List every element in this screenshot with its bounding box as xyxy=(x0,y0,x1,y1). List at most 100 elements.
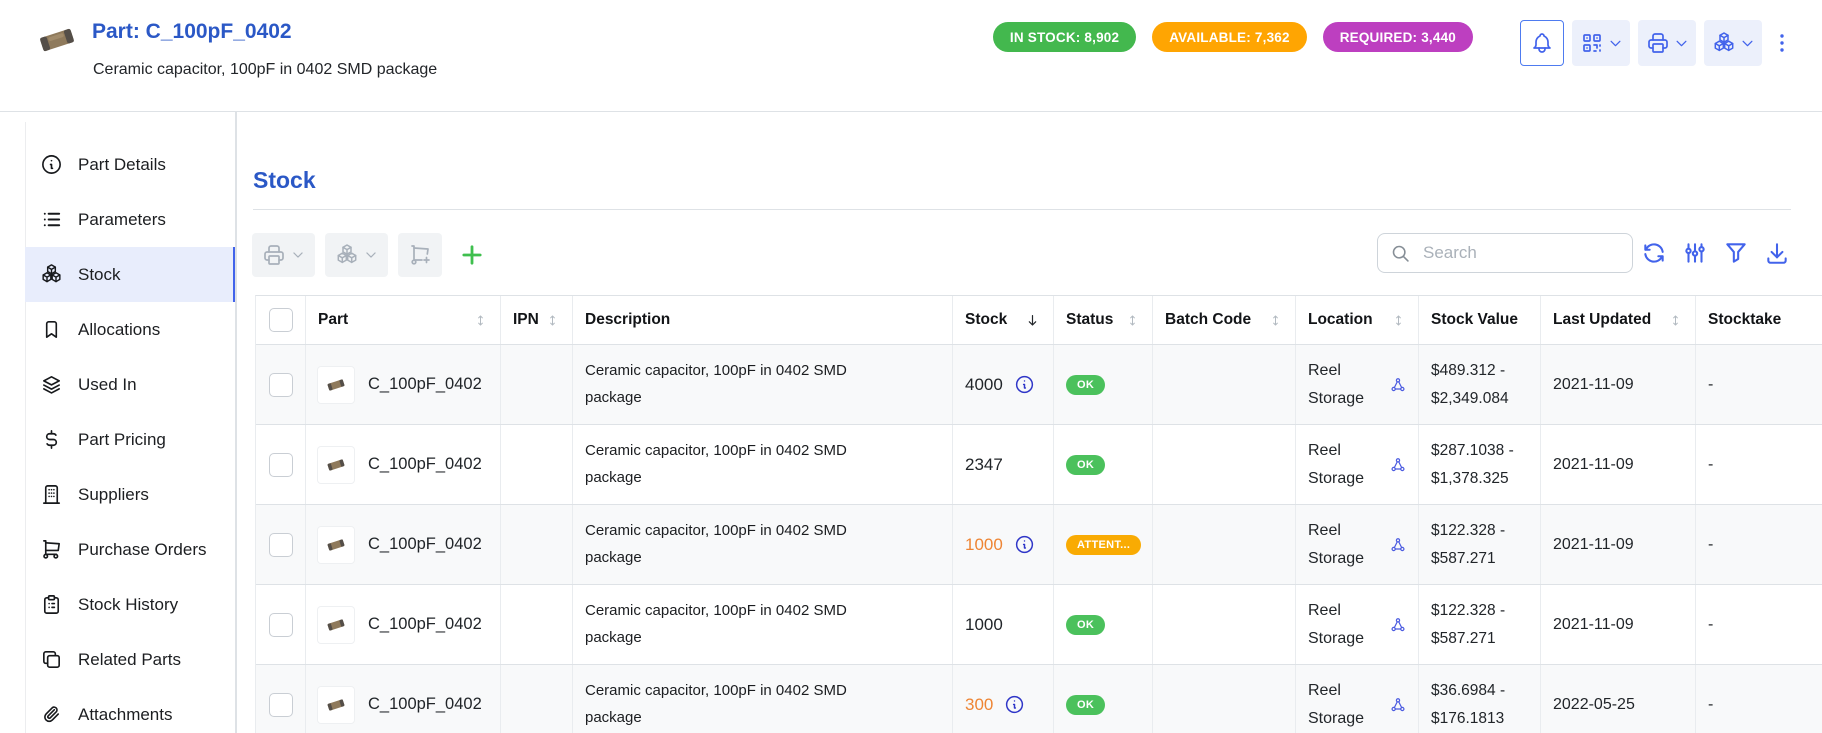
stock-summary-badges: IN STOCK: 8,902AVAILABLE: 7,362REQUIRED:… xyxy=(993,22,1473,52)
cell-batch xyxy=(1153,425,1296,504)
column-header-stock[interactable]: Stock xyxy=(953,296,1054,344)
cell-part: C_100pF_0402 xyxy=(306,425,501,504)
sitemap-icon[interactable] xyxy=(1390,457,1406,473)
main-panel: Stock PartIPNDescriptionStockStatusBatch… xyxy=(237,112,1822,733)
add-stock-button[interactable] xyxy=(454,233,490,277)
cell-stock_value: $489.312 - $2,349.084 xyxy=(1419,345,1541,424)
table-row[interactable]: C_100pF_0402Ceramic capacitor, 100pF in … xyxy=(256,505,1822,585)
cell-part: C_100pF_0402 xyxy=(306,585,501,664)
sidebar-item-label: Attachments xyxy=(78,705,173,725)
sidebar-item-purchase-orders[interactable]: Purchase Orders xyxy=(25,522,235,577)
page-title: Part: C_100pF_0402 xyxy=(92,20,292,44)
badge-in-stock: IN STOCK: 8,902 xyxy=(993,22,1136,52)
stock-table: PartIPNDescriptionStockStatusBatch CodeL… xyxy=(255,295,1822,733)
bell-button[interactable] xyxy=(1520,20,1564,66)
cell-last_updated: 2021-11-09 xyxy=(1541,425,1696,504)
cell-stock_value: $122.328 - $587.271 xyxy=(1419,585,1541,664)
status-badge: OK xyxy=(1066,615,1105,635)
printer-button[interactable] xyxy=(1638,20,1696,66)
stock-cubes-toolbar-button[interactable] xyxy=(325,233,388,277)
sidebar-item-related-parts[interactable]: Related Parts xyxy=(25,632,235,687)
sidebar-item-allocations[interactable]: Allocations xyxy=(25,302,235,357)
column-header-ipn[interactable]: IPN xyxy=(501,296,573,344)
cell-location: Reel Storage xyxy=(1296,665,1419,733)
filter-table-button[interactable] xyxy=(1723,240,1749,266)
location-name: Reel Storage xyxy=(1308,437,1380,493)
info-circle-icon[interactable] xyxy=(1004,694,1025,715)
dollar-icon xyxy=(40,428,63,451)
stock-cubes-button[interactable] xyxy=(1704,20,1762,66)
column-label: IPN xyxy=(513,311,539,329)
cell-select xyxy=(256,505,306,584)
stock-value-range: $287.1038 - $1,378.325 xyxy=(1431,437,1528,491)
sitemap-icon[interactable] xyxy=(1390,617,1406,633)
adjustments-table-button[interactable] xyxy=(1682,240,1708,266)
sidebar-item-parameters[interactable]: Parameters xyxy=(25,192,235,247)
refresh-table-button[interactable] xyxy=(1641,240,1667,266)
sidebar-item-used-in[interactable]: Used In xyxy=(25,357,235,412)
cell-last_updated: 2021-11-09 xyxy=(1541,585,1696,664)
sitemap-icon[interactable] xyxy=(1390,377,1406,393)
part-name: C_100pF_0402 xyxy=(368,535,482,554)
row-checkbox[interactable] xyxy=(269,613,293,637)
column-label: Last Updated xyxy=(1553,311,1651,329)
part-description-text: Ceramic capacitor, 100pF in 0402 SMD pac… xyxy=(585,358,875,411)
cart-plus-toolbar-button[interactable] xyxy=(398,233,442,277)
qrcode-button[interactable] xyxy=(1572,20,1630,66)
column-header-description: Description xyxy=(573,296,953,344)
cell-description: Ceramic capacitor, 100pF in 0402 SMD pac… xyxy=(573,665,953,733)
column-header-status[interactable]: Status xyxy=(1054,296,1153,344)
search-input[interactable] xyxy=(1421,242,1620,264)
panel-title: Stock xyxy=(253,167,316,194)
info-circle-icon[interactable] xyxy=(1014,374,1035,395)
kebab-menu-button[interactable] xyxy=(1770,20,1794,66)
cell-batch xyxy=(1153,505,1296,584)
column-header-location[interactable]: Location xyxy=(1296,296,1419,344)
printer-toolbar-button[interactable] xyxy=(252,233,315,277)
column-header-last_updated[interactable]: Last Updated xyxy=(1541,296,1696,344)
table-header-row: PartIPNDescriptionStockStatusBatch CodeL… xyxy=(256,296,1822,345)
row-checkbox[interactable] xyxy=(269,373,293,397)
sidebar-item-attachments[interactable]: Attachments xyxy=(25,687,235,733)
column-header-part[interactable]: Part xyxy=(306,296,501,344)
row-checkbox[interactable] xyxy=(269,693,293,717)
sidebar-item-stock-history[interactable]: Stock History xyxy=(25,577,235,632)
app-window: Part: C_100pF_0402 Ceramic capacitor, 10… xyxy=(0,0,1822,733)
row-checkbox[interactable] xyxy=(269,533,293,557)
download-table-button[interactable] xyxy=(1764,240,1790,266)
sort-desc-icon xyxy=(1024,312,1041,329)
sidebar-item-part-details[interactable]: Part Details xyxy=(25,137,235,192)
part-header: Part: C_100pF_0402 Ceramic capacitor, 10… xyxy=(0,0,1822,112)
table-row[interactable]: C_100pF_0402Ceramic capacitor, 100pF in … xyxy=(256,345,1822,425)
table-actions xyxy=(1641,240,1790,266)
cart-icon xyxy=(40,538,63,561)
cell-stock: 2347 xyxy=(953,425,1054,504)
sidebar-item-part-pricing[interactable]: Part Pricing xyxy=(25,412,235,467)
sitemap-icon[interactable] xyxy=(1390,537,1406,553)
sidebar-item-label: Stock History xyxy=(78,595,178,615)
sort-both-icon xyxy=(1125,313,1140,328)
table-row[interactable]: C_100pF_0402Ceramic capacitor, 100pF in … xyxy=(256,425,1822,505)
row-checkbox[interactable] xyxy=(269,453,293,477)
sidebar-items: Part DetailsParametersStockAllocationsUs… xyxy=(25,137,235,733)
stock-quantity: 1000 xyxy=(965,535,1003,555)
cell-stock_value: $122.328 - $587.271 xyxy=(1419,505,1541,584)
status-badge: ATTENT... xyxy=(1066,535,1141,555)
sitemap-icon[interactable] xyxy=(1390,697,1406,713)
sidebar-item-stock[interactable]: Stock xyxy=(25,247,235,302)
sidebar-item-suppliers[interactable]: Suppliers xyxy=(25,467,235,522)
info-circle-icon[interactable] xyxy=(1014,534,1035,555)
table-row[interactable]: C_100pF_0402Ceramic capacitor, 100pF in … xyxy=(256,665,1822,733)
column-header-batch[interactable]: Batch Code xyxy=(1153,296,1296,344)
cell-select xyxy=(256,345,306,424)
part-thumbnail xyxy=(318,687,354,723)
cell-stocktake: - xyxy=(1696,345,1822,424)
header-actions xyxy=(1520,20,1794,66)
layers-icon xyxy=(40,373,63,396)
table-row[interactable]: C_100pF_0402Ceramic capacitor, 100pF in … xyxy=(256,585,1822,665)
stock-value-range: $36.6984 - $176.1813 xyxy=(1431,677,1528,731)
cell-batch xyxy=(1153,665,1296,733)
sort-both-icon xyxy=(473,313,488,328)
select-all-checkbox[interactable] xyxy=(269,308,293,332)
stock-cubes-icon xyxy=(1712,31,1736,55)
